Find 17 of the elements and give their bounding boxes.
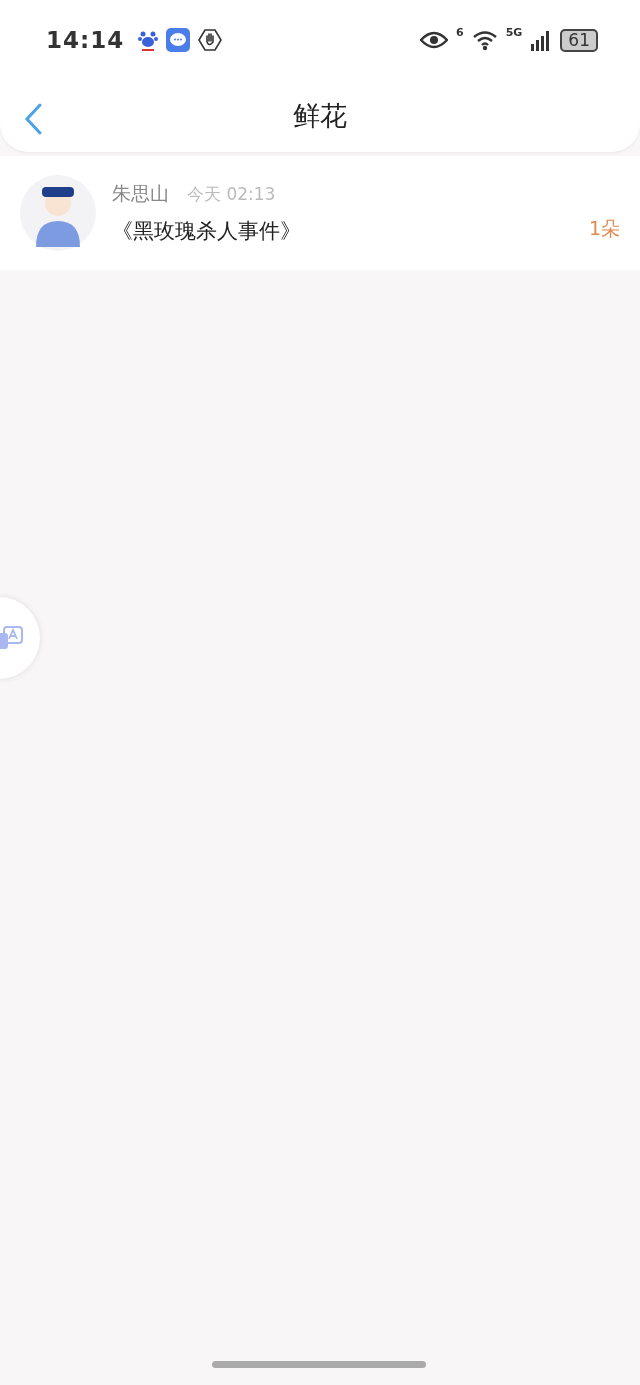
paw-icon <box>138 29 159 51</box>
timestamp: 今天 02:13 <box>187 183 276 206</box>
battery-indicator: 61 <box>560 28 598 52</box>
home-indicator[interactable] <box>212 1361 426 1368</box>
translate-icon <box>0 625 24 651</box>
list-item[interactable]: 朱思山 今天 02:13 《黑玫瑰杀人事件》 1朵 <box>0 156 640 270</box>
clock: 14:14 <box>46 27 125 53</box>
chat-bubble-icon <box>166 28 191 52</box>
wifi-icon <box>471 29 498 51</box>
hand-icon <box>198 28 223 52</box>
eye-icon <box>420 31 448 49</box>
flower-count: 1朵 <box>588 216 620 241</box>
book-title: 《黑玫瑰杀人事件》 <box>112 218 302 245</box>
network-label: 5G <box>505 26 523 39</box>
wifi-label: 6 <box>456 26 464 39</box>
page-title: 鲜花 <box>293 99 347 133</box>
user-name: 朱思山 <box>112 181 169 206</box>
